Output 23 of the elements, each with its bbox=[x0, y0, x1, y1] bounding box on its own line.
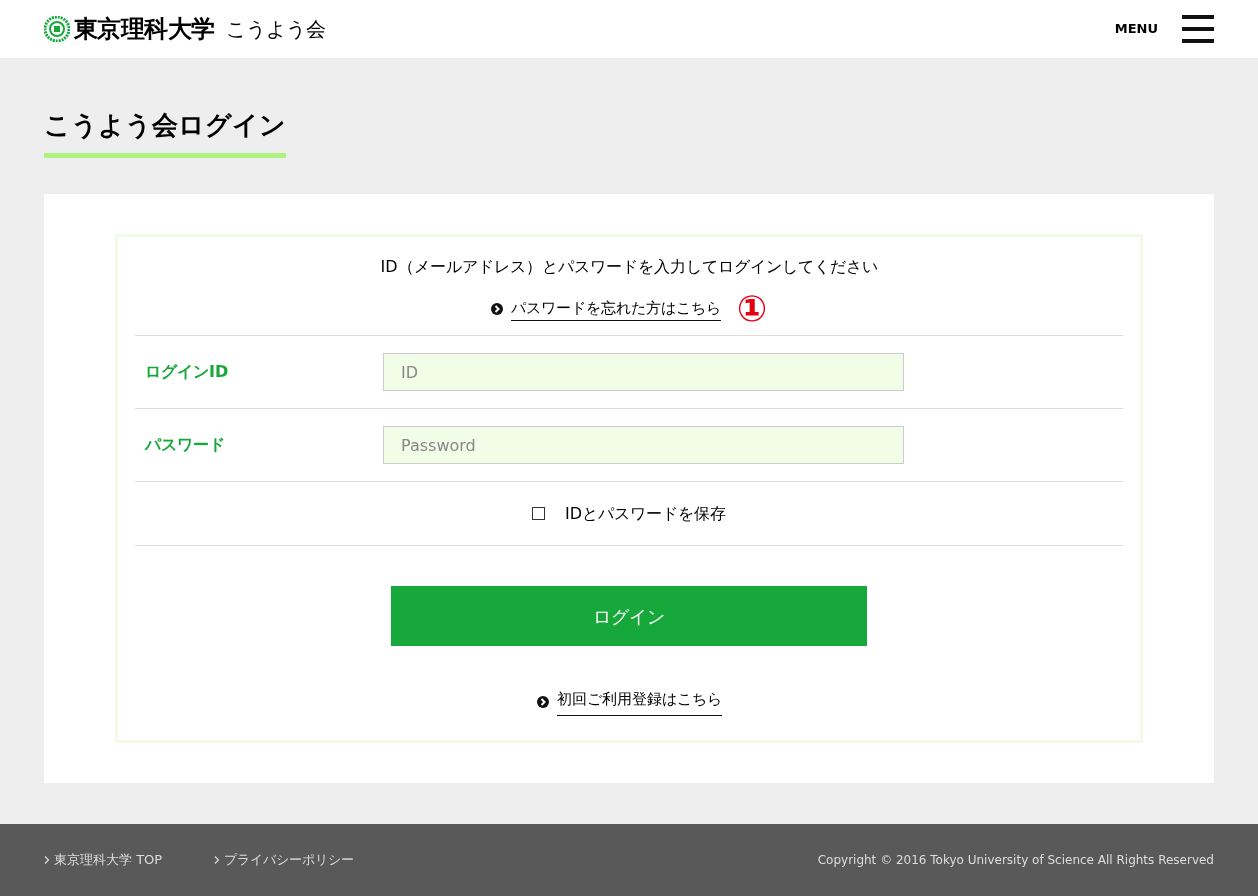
input-field[interactable]: Password bbox=[383, 426, 904, 464]
register-link[interactable]: 初回ご利用登録はこちら bbox=[556, 688, 722, 716]
field-label: ログインID bbox=[144, 361, 230, 383]
university-emblem-icon bbox=[44, 16, 70, 42]
forgot-password-link[interactable]: パスワードを忘れた方はこちら bbox=[510, 297, 721, 321]
remember-label: IDとパスワードを保存 bbox=[564, 502, 726, 525]
input-field[interactable]: ID bbox=[383, 353, 904, 391]
menu-button[interactable]: MENU bbox=[1114, 15, 1214, 43]
footer-link[interactable]: プライバシーポリシー bbox=[214, 850, 355, 870]
chevron-circle-icon bbox=[490, 303, 503, 315]
copyright-text: Copyright © 2016 Tokyo University of Science All Rights Reserved bbox=[817, 852, 1214, 869]
page-title: こうよう会ログイン bbox=[44, 106, 286, 158]
instruction-text: ID（メールアドレス）とパスワードを入力してログインしてください bbox=[379, 256, 879, 278]
chevron-circle-icon bbox=[536, 695, 549, 708]
chevron-right-icon bbox=[44, 856, 50, 864]
university-logo-text: 東京理科大学 bbox=[74, 14, 215, 45]
menu-icon bbox=[1182, 15, 1214, 43]
chevron-right-icon bbox=[214, 856, 221, 864]
remember-checkbox[interactable] bbox=[531, 507, 545, 520]
field-label: パスワード bbox=[143, 434, 226, 456]
footer-link[interactable]: 東京理科大学 TOP bbox=[44, 850, 163, 870]
annotation-number: ① bbox=[736, 291, 768, 327]
site-name: こうよう会 bbox=[226, 16, 327, 43]
